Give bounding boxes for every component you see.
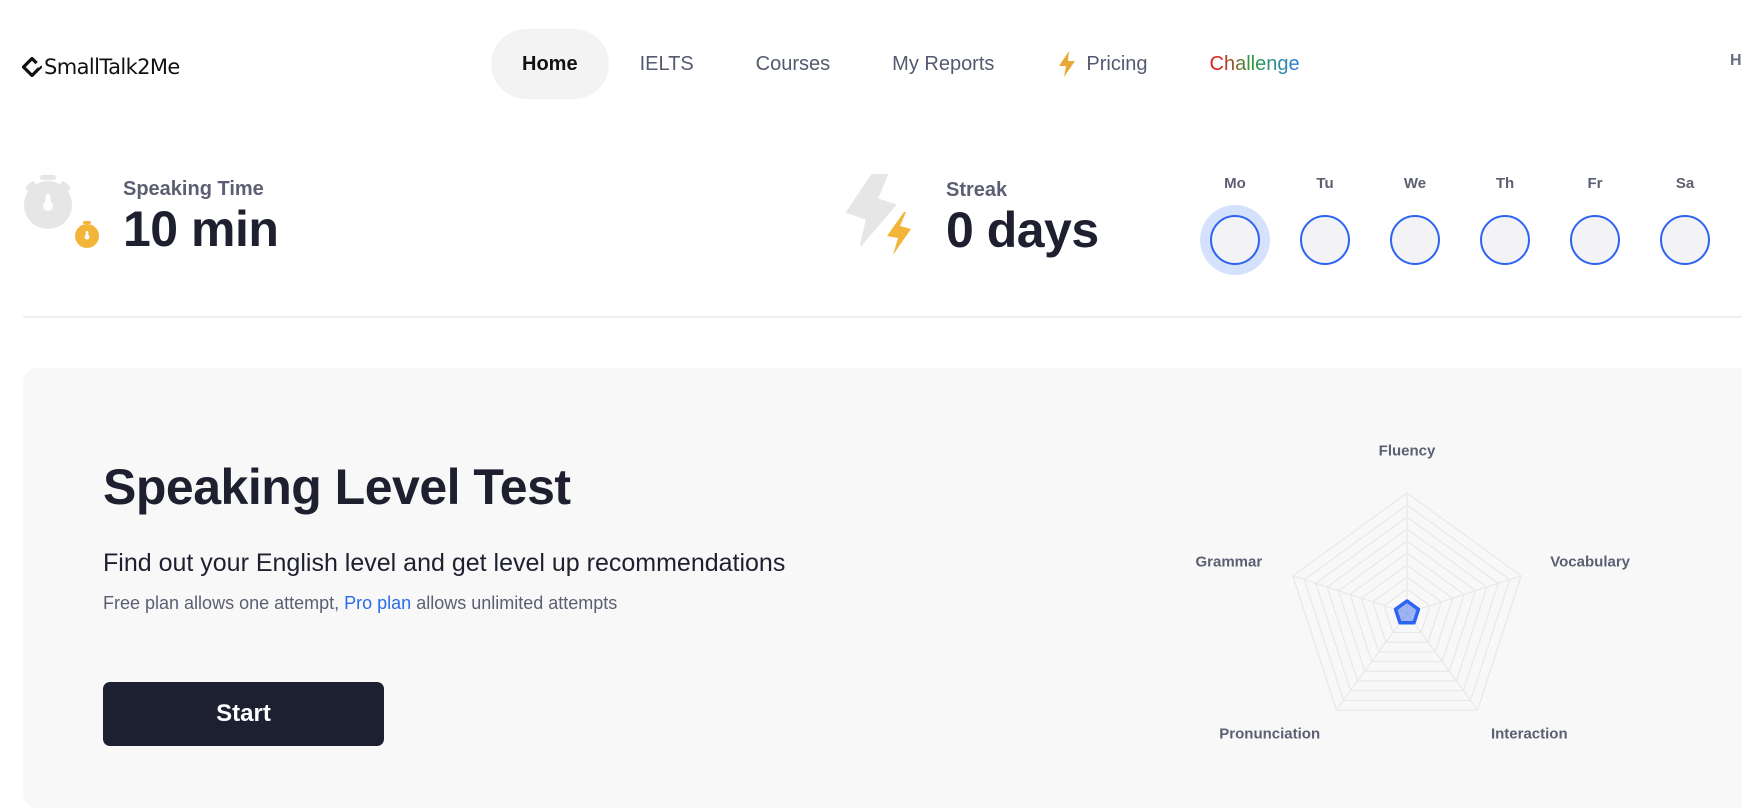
radar-data-point-vocabulary — [1416, 607, 1420, 611]
note-text-before: Free plan allows one attempt, — [103, 593, 345, 613]
day-label: Fr — [1587, 175, 1603, 192]
nav-ielts[interactable]: IELTS — [609, 29, 725, 99]
week-tracker: Mo Tu We Th Fr Sa — [1200, 175, 1740, 275]
nav-pricing-label: Pricing — [1086, 52, 1148, 75]
nav-home[interactable]: Home — [491, 29, 609, 99]
nav-my-reports-label: My Reports — [892, 52, 995, 75]
day-label: Th — [1495, 175, 1515, 192]
radar-data-polygon — [1393, 599, 1421, 625]
streak-label: Streak — [946, 179, 1008, 201]
card-subtitle: Find out your English level and get leve… — [103, 549, 786, 577]
radar-axis-label-pronunciation: Pronunciation — [1219, 725, 1321, 743]
radar-svg — [1292, 492, 1522, 711]
nav-courses[interactable]: Courses — [725, 29, 861, 99]
day-thursday[interactable]: Th — [1470, 175, 1540, 275]
day-label: Tu — [1316, 175, 1334, 192]
day-label: Sa — [1675, 175, 1695, 192]
lightning-icon — [1059, 51, 1076, 77]
main-nav: Home IELTS Courses My Reports Pricing Ch… — [491, 29, 1331, 99]
streak-stat: Streak 0 days — [840, 172, 1099, 262]
stopwatch-icon — [22, 172, 102, 252]
nav-challenge[interactable]: Challenge — [1179, 29, 1331, 99]
radar-axis-label-grammar: Grammar — [1195, 553, 1263, 571]
speaking-time-stat: Speaking Time 10 min — [22, 172, 279, 254]
radar-spoke — [1292, 575, 1408, 614]
day-monday[interactable]: Mo — [1200, 175, 1270, 275]
note-text-after: allows unlimited attempts — [411, 593, 618, 613]
brand-name: SmallTalk2Me — [44, 55, 180, 79]
radar-data-point-interaction — [1412, 621, 1416, 625]
day-wednesday[interactable]: We — [1380, 175, 1450, 275]
radar-axis-label-vocabulary: Vocabulary — [1550, 553, 1631, 571]
nav-pricing[interactable]: Pricing — [1025, 29, 1178, 99]
nav-courses-label: Courses — [755, 52, 831, 75]
nav-my-reports[interactable]: My Reports — [861, 29, 1025, 99]
nav-challenge-label: Challenge — [1209, 52, 1300, 75]
day-tuesday[interactable]: Tu — [1290, 175, 1360, 275]
card-title: Speaking Level Test — [103, 459, 571, 515]
nav-home-label: Home — [522, 52, 578, 75]
day-ring — [1650, 205, 1720, 275]
day-ring — [1290, 205, 1360, 275]
streak-lightning-icon — [840, 172, 920, 262]
header-overflow-text[interactable]: H — [1730, 52, 1742, 70]
day-circle — [1300, 215, 1350, 265]
section-divider — [23, 316, 1742, 318]
day-circle — [1480, 215, 1530, 265]
day-label: We — [1403, 175, 1427, 192]
day-saturday[interactable]: Sa — [1650, 175, 1720, 275]
day-ring — [1380, 205, 1450, 275]
pro-plan-link[interactable]: Pro plan — [344, 593, 411, 613]
day-ring — [1470, 205, 1540, 275]
radar-data-point-fluency — [1405, 599, 1409, 603]
day-friday[interactable]: Fr — [1560, 175, 1630, 275]
day-circle — [1390, 215, 1440, 265]
radar-axis-label-fluency: Fluency — [1378, 442, 1436, 460]
speaking-time-label: Speaking Time — [123, 178, 264, 200]
brand-logo[interactable]: SmallTalk2Me — [22, 55, 180, 79]
skills-radar-chart: Fluency Vocabulary Interaction Pronunciatio… — [1195, 440, 1640, 743]
radar-data-point-pronunciation — [1398, 621, 1402, 625]
day-ring — [1560, 205, 1630, 275]
card-plan-note: Free plan allows one attempt, Pro plan a… — [103, 593, 617, 614]
day-today-highlight — [1200, 205, 1270, 275]
radar-data-point-grammar — [1394, 607, 1398, 611]
radar-axis-label-interaction: Interaction — [1490, 725, 1568, 743]
nav-ielts-label: IELTS — [639, 52, 694, 75]
speaking-time-value: 10 min — [123, 201, 279, 257]
start-button[interactable]: Start — [103, 682, 384, 746]
day-circle — [1210, 215, 1260, 265]
day-circle — [1570, 215, 1620, 265]
day-label: Mo — [1224, 175, 1246, 192]
logo-icon — [22, 57, 42, 77]
day-circle — [1660, 215, 1710, 265]
streak-value: 0 days — [946, 202, 1099, 258]
radar-spoke — [1406, 575, 1522, 614]
